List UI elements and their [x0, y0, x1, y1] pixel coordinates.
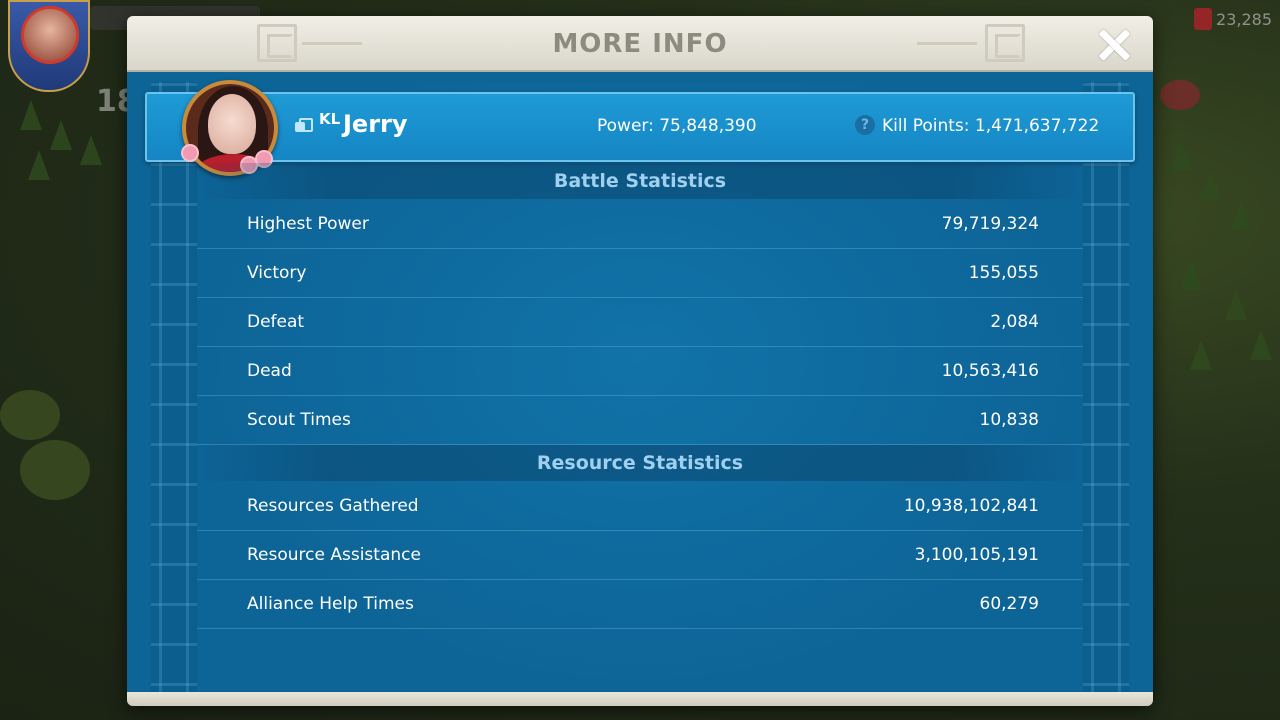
stat-row-alliance-help-times: Alliance Help Times 60,279 — [197, 580, 1083, 629]
stat-value: 155,055 — [968, 263, 1039, 283]
stat-label: Victory — [247, 263, 307, 283]
help-icon[interactable]: ? — [855, 115, 875, 135]
tree-decoration — [1225, 290, 1247, 320]
tree-decoration — [1190, 340, 1212, 370]
tree-decoration — [1200, 170, 1222, 200]
stat-label: Dead — [247, 361, 292, 381]
stat-value: 79,719,324 — [941, 214, 1039, 234]
stat-label: Highest Power — [247, 214, 369, 234]
stat-row-dead: Dead 10,563,416 — [197, 347, 1083, 396]
stat-value: 10,563,416 — [941, 361, 1039, 381]
stat-row-scout-times: Scout Times 10,838 — [197, 396, 1083, 445]
tree-decoration — [20, 100, 42, 130]
tree-decoration — [1230, 200, 1252, 230]
hud-player-avatar[interactable] — [8, 0, 90, 92]
tree-decoration — [28, 150, 50, 180]
tree-decoration — [1180, 260, 1202, 290]
tree-decoration — [80, 135, 102, 165]
stat-value: 2,084 — [990, 312, 1039, 332]
bush-decoration — [20, 440, 90, 500]
stat-value: 60,279 — [979, 594, 1039, 614]
stat-row-defeat: Defeat 2,084 — [197, 298, 1083, 347]
modal-title: MORE INFO — [552, 29, 728, 59]
player-name: Jerry — [343, 110, 408, 138]
tree-decoration — [1250, 330, 1272, 360]
stat-label: Resources Gathered — [247, 496, 419, 516]
copy-icon[interactable] — [295, 118, 313, 133]
battle-statistics-header: Battle Statistics — [197, 163, 1083, 199]
gem-icon — [1194, 8, 1213, 30]
hud-gem-counter[interactable]: 23,285 — [1194, 8, 1272, 30]
more-info-modal: MORE INFO KL Jerry Power: 75,848,390 ? K… — [127, 16, 1153, 706]
stat-row-resource-assistance: Resource Assistance 3,100,105,191 — [197, 531, 1083, 580]
stat-value: 10,838 — [979, 410, 1039, 430]
left-ornament-border — [151, 82, 197, 696]
resource-statistics-header: Resource Statistics — [197, 445, 1083, 481]
tree-decoration — [50, 120, 72, 150]
right-ornament-border — [1083, 82, 1129, 696]
alliance-tag: KL — [319, 110, 341, 128]
stat-row-resources-gathered: Resources Gathered 10,938,102,841 — [197, 482, 1083, 531]
player-kill-points: Kill Points: 1,471,637,722 — [882, 116, 1100, 136]
flower-decoration — [183, 146, 197, 160]
bush-decoration — [0, 390, 60, 440]
stat-row-highest-power: Highest Power 79,719,324 — [197, 200, 1083, 249]
hud-avatar-face — [21, 6, 79, 64]
close-icon[interactable] — [1095, 26, 1133, 64]
stat-label: Scout Times — [247, 410, 351, 430]
stat-value: 10,938,102,841 — [903, 496, 1039, 516]
tree-decoration — [1170, 140, 1192, 170]
avatar-face — [208, 94, 256, 154]
stat-value: 3,100,105,191 — [914, 545, 1039, 565]
stat-label: Alliance Help Times — [247, 594, 414, 614]
stat-label: Resource Assistance — [247, 545, 421, 565]
modal-bottom-border — [127, 692, 1153, 706]
gem-count: 23,285 — [1216, 9, 1272, 29]
player-power: Power: 75,848,390 — [597, 116, 757, 136]
stat-label: Defeat — [247, 312, 305, 332]
flower-bush-decoration — [1160, 80, 1200, 110]
stat-row-victory: Victory 155,055 — [197, 249, 1083, 298]
modal-header: MORE INFO — [127, 16, 1153, 72]
player-card: KL Jerry Power: 75,848,390 ? Kill Points… — [145, 80, 1135, 176]
